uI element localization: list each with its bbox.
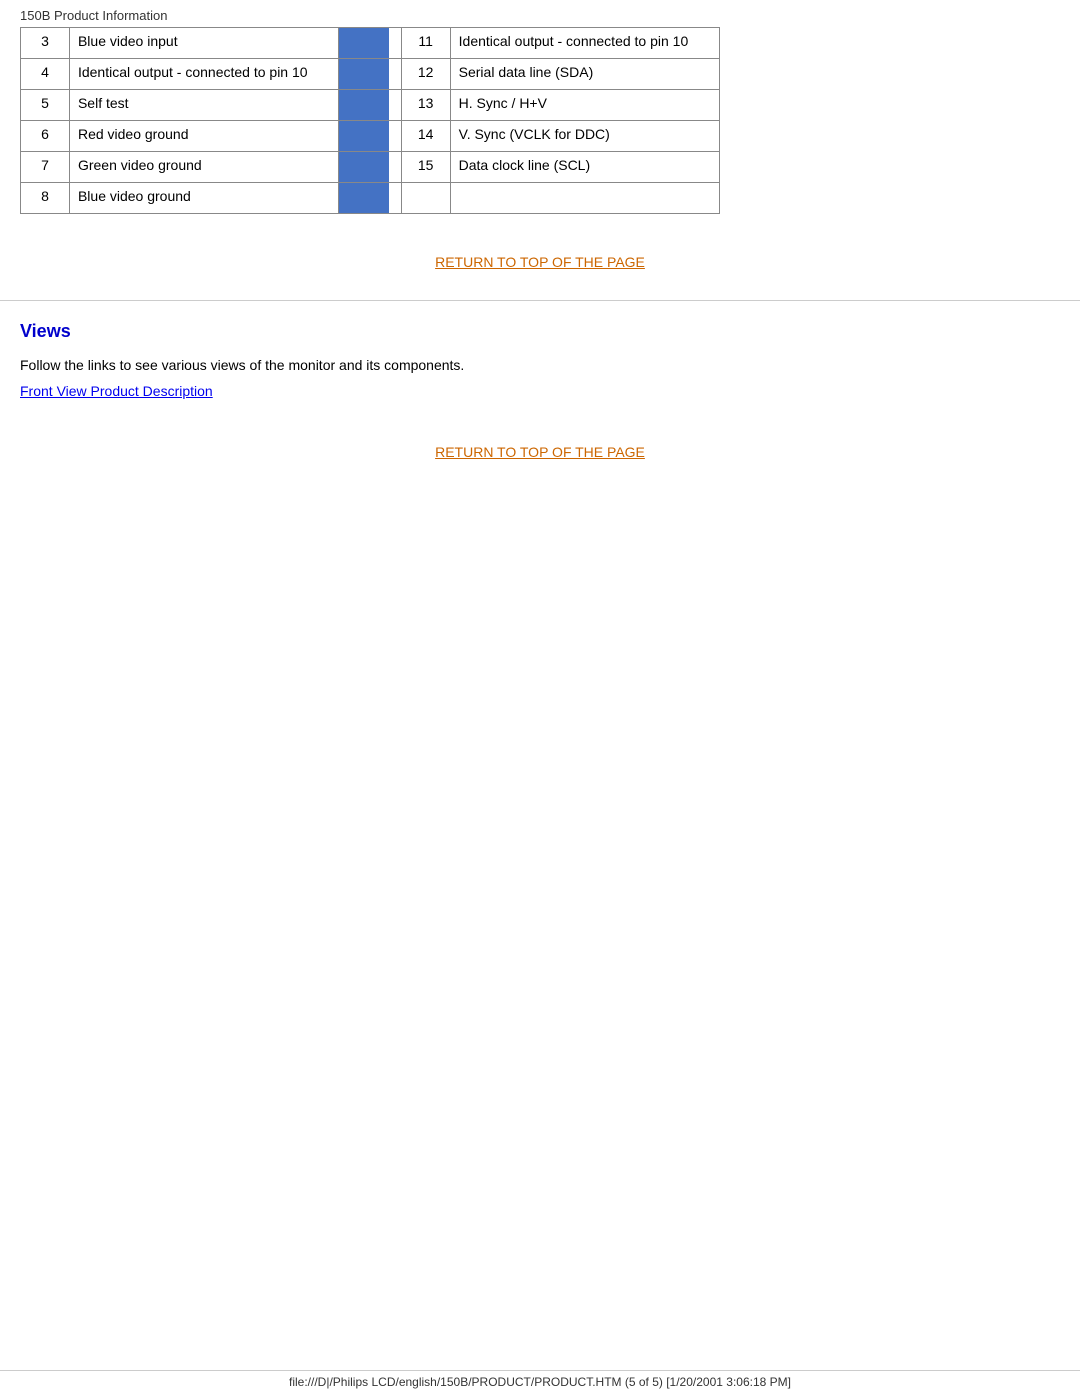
pin-num-left: 3 <box>21 28 70 59</box>
table-row: 3 Blue video input 11 Identical output -… <box>21 28 720 59</box>
pin-num-left: 6 <box>21 121 70 152</box>
color-block-left <box>339 121 401 152</box>
pin-num-left: 7 <box>21 152 70 183</box>
pin-num-right: 13 <box>401 90 450 121</box>
return-link-container-1: RETURN TO TOP OF THE PAGE <box>20 224 1060 290</box>
pin-desc-right: V. Sync (VCLK for DDC) <box>450 121 719 152</box>
pin-desc-left: Blue video ground <box>69 183 338 214</box>
front-view-link[interactable]: Front View Product Description <box>20 383 213 399</box>
pin-table: 3 Blue video input 11 Identical output -… <box>20 27 720 214</box>
pin-desc-right: Data clock line (SCL) <box>450 152 719 183</box>
views-description: Follow the links to see various views of… <box>20 357 1060 373</box>
table-row: 4 Identical output - connected to pin 10… <box>21 59 720 90</box>
page-footer: file:///D|/Philips LCD/english/150B/PROD… <box>0 1370 1080 1389</box>
color-block-left <box>339 28 401 59</box>
breadcrumb: 150B Product Information <box>20 8 167 23</box>
color-block-left <box>339 183 401 214</box>
color-block-left <box>339 59 401 90</box>
color-block-left <box>339 152 401 183</box>
return-link-container-2: RETURN TO TOP OF THE PAGE <box>20 404 1060 480</box>
pin-num-left: 8 <box>21 183 70 214</box>
table-row: 6 Red video ground 14 V. Sync (VCLK for … <box>21 121 720 152</box>
color-block-left <box>339 90 401 121</box>
pin-num-right <box>401 183 450 214</box>
table-row: 5 Self test 13 H. Sync / H+V <box>21 90 720 121</box>
pin-num-right: 12 <box>401 59 450 90</box>
table-row: 8 Blue video ground <box>21 183 720 214</box>
pin-desc-left: Identical output - connected to pin 10 <box>69 59 338 90</box>
pin-desc-right: H. Sync / H+V <box>450 90 719 121</box>
pin-num-left: 4 <box>21 59 70 90</box>
return-to-top-link-2[interactable]: RETURN TO TOP OF THE PAGE <box>435 444 645 460</box>
section-divider <box>0 300 1080 301</box>
table-row: 7 Green video ground 15 Data clock line … <box>21 152 720 183</box>
pin-desc-left: Self test <box>69 90 338 121</box>
pin-desc-right: Identical output - connected to pin 10 <box>450 28 719 59</box>
footer-text: file:///D|/Philips LCD/english/150B/PROD… <box>289 1375 791 1389</box>
pin-desc-right: Serial data line (SDA) <box>450 59 719 90</box>
pin-desc-left: Blue video input <box>69 28 338 59</box>
pin-desc-left: Green video ground <box>69 152 338 183</box>
pin-desc-left: Red video ground <box>69 121 338 152</box>
pin-num-right: 14 <box>401 121 450 152</box>
views-section: Views Follow the links to see various vi… <box>0 321 1080 480</box>
views-title: Views <box>20 321 1060 342</box>
pin-num-right: 15 <box>401 152 450 183</box>
pin-num-right: 11 <box>401 28 450 59</box>
pin-desc-right <box>450 183 719 214</box>
return-to-top-link-1[interactable]: RETURN TO TOP OF THE PAGE <box>435 254 645 270</box>
pin-num-left: 5 <box>21 90 70 121</box>
